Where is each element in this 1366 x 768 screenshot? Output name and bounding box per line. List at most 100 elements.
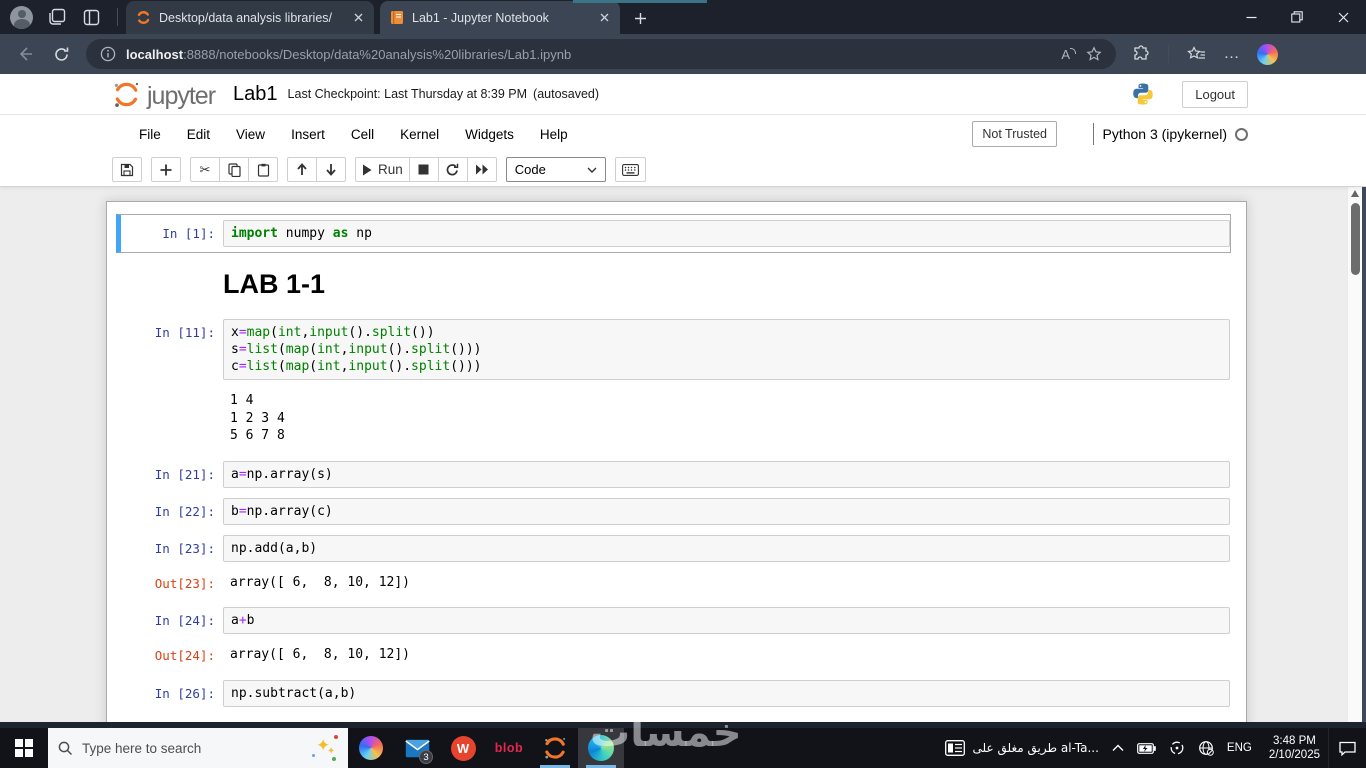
code-cell[interactable]: In [24]: a+b xyxy=(121,602,1230,639)
copilot-icon[interactable] xyxy=(1257,43,1278,65)
extensions-icon[interactable] xyxy=(1130,43,1152,65)
code-input[interactable]: np.add(a,b) xyxy=(223,534,1230,562)
stdout-text: 1 4 1 2 3 4 5 6 7 8 xyxy=(230,393,285,443)
command-palette-button[interactable] xyxy=(614,157,646,182)
input-prompt: In [26]: xyxy=(154,685,215,701)
prompt-spacer xyxy=(121,263,223,310)
run-button[interactable]: Run xyxy=(355,157,410,182)
taskbar-jupyter-icon[interactable] xyxy=(532,728,578,768)
code-cell[interactable]: In [22]: b=np.array(c) xyxy=(121,493,1230,530)
language-indicator[interactable]: ENG xyxy=(1227,742,1252,754)
menu-file[interactable]: File xyxy=(126,121,174,148)
taskbar-edge-icon[interactable] xyxy=(578,728,624,768)
taskbar-news-widget[interactable]: طريق مغلق على al-Ta... xyxy=(944,740,1099,756)
logout-button[interactable]: Logout xyxy=(1182,80,1248,108)
tab-close-icon[interactable] xyxy=(350,10,366,26)
favorites-bar-icon[interactable] xyxy=(1185,43,1207,65)
menu-insert[interactable]: Insert xyxy=(278,121,338,148)
window-right-edge xyxy=(1362,187,1366,722)
onedrive-sync-icon[interactable] xyxy=(1169,740,1185,756)
code-cell[interactable]: In [11]: x=map(int,input().split()) s=list… xyxy=(121,314,1230,385)
paste-cell-button[interactable] xyxy=(248,157,278,182)
divider xyxy=(1092,123,1095,145)
tab-title: Lab1 - Jupyter Notebook xyxy=(412,10,549,25)
menu-edit[interactable]: Edit xyxy=(174,121,223,148)
copy-cell-button[interactable] xyxy=(219,157,249,182)
taskbar-mail-icon[interactable]: 3 xyxy=(394,728,440,768)
battery-icon[interactable] xyxy=(1137,742,1156,754)
code-cell[interactable]: In [21]: a=np.array(s) xyxy=(121,456,1230,493)
output-text: array([ 6, 8, 10, 12]) xyxy=(230,647,411,662)
refresh-icon[interactable] xyxy=(50,43,72,65)
site-info-icon[interactable] xyxy=(100,46,116,62)
save-button[interactable] xyxy=(112,157,142,182)
menu-view[interactable]: View xyxy=(223,121,278,148)
close-button[interactable] xyxy=(1320,0,1366,34)
jupyter-logo[interactable]: jupyter xyxy=(112,80,216,109)
input-prompt: In [11]: xyxy=(154,325,215,340)
code-input[interactable]: a+b xyxy=(223,607,1230,634)
move-cell-up-button[interactable] xyxy=(287,157,317,182)
mail-badge: 3 xyxy=(419,750,433,764)
code-input[interactable]: b=np.array(c) xyxy=(223,497,1230,525)
cell-type-select[interactable]: Code xyxy=(505,157,606,182)
kernel-name: Python 3 (ipykernel) xyxy=(1102,126,1227,142)
new-tab-button[interactable] xyxy=(626,4,654,32)
add-cell-button[interactable] xyxy=(151,157,181,182)
screen: Desktop/data analysis libraries/ Lab1 - … xyxy=(0,0,1366,768)
page-scrollbar[interactable] xyxy=(1347,187,1362,722)
news-icon xyxy=(944,740,965,756)
read-aloud-icon[interactable]: A xyxy=(1061,47,1076,62)
menu-cell[interactable]: Cell xyxy=(338,121,387,148)
tab-folder[interactable]: Desktop/data analysis libraries/ xyxy=(126,1,374,34)
favorite-star-icon[interactable] xyxy=(1086,46,1102,62)
code-cell[interactable]: In [26]: np.subtract(a,b) xyxy=(121,675,1230,712)
profile-avatar[interactable] xyxy=(10,5,33,29)
address-bar[interactable]: localhost:8888/notebooks/Desktop/data%20… xyxy=(86,39,1116,69)
tab-title: Desktop/data analysis libraries/ xyxy=(159,10,332,25)
restart-kernel-button[interactable] xyxy=(437,157,468,182)
menu-kernel[interactable]: Kernel xyxy=(387,121,452,148)
markdown-cell[interactable]: LAB 1-1 xyxy=(121,253,1230,314)
search-highlights-icon[interactable]: ✦ ✦ xyxy=(312,735,338,761)
notebook-title[interactable]: Lab1 xyxy=(233,83,278,106)
autosaved-text: (autosaved) xyxy=(533,87,600,101)
jupyter-page: jupyter Lab1 Last Checkpoint: Last Thurs… xyxy=(0,74,1366,728)
minimize-button[interactable] xyxy=(1228,0,1274,34)
code-input[interactable]: x=map(int,input().split()) s=list(map(int… xyxy=(223,319,1230,380)
start-button[interactable] xyxy=(0,728,48,768)
code-input[interactable]: np.subtract(a,b) xyxy=(223,679,1230,707)
stop-button[interactable] xyxy=(408,157,439,182)
tab-lab1-notebook[interactable]: Lab1 - Jupyter Notebook xyxy=(380,1,620,34)
action-center-icon[interactable] xyxy=(1328,728,1366,768)
menu-widgets[interactable]: Widgets xyxy=(452,121,527,148)
code-input[interactable]: a=np.array(s) xyxy=(223,460,1230,488)
cell-type-value: Code xyxy=(514,162,546,177)
hidden-icons-chevron-icon[interactable] xyxy=(1112,744,1124,752)
restore-button[interactable] xyxy=(1274,0,1320,34)
not-trusted-badge[interactable]: Not Trusted xyxy=(972,121,1057,147)
restart-run-all-button[interactable] xyxy=(466,157,497,182)
tab-close-icon[interactable] xyxy=(596,10,612,26)
taskbar-clock[interactable]: 3:48 PM 2/10/2025 xyxy=(1265,734,1324,762)
code-input[interactable]: import numpy as np xyxy=(223,220,1230,247)
taskbar-search-input[interactable]: Type here to search ✦ ✦ xyxy=(48,728,348,768)
jupyter-favicon xyxy=(137,11,150,24)
move-cell-down-button[interactable] xyxy=(316,157,346,182)
scrollbar-up-icon[interactable] xyxy=(1351,190,1359,197)
scrollbar-thumb[interactable] xyxy=(1351,203,1360,275)
settings-menu-icon[interactable]: … xyxy=(1221,43,1243,65)
workspaces-icon[interactable] xyxy=(47,7,67,27)
code-cell[interactable]: In [1]: import numpy as np xyxy=(116,214,1231,253)
taskbar-blob-icon[interactable]: blob xyxy=(486,728,532,768)
code-cell[interactable]: In [23]: np.add(a,b) xyxy=(121,530,1230,567)
search-placeholder: Type here to search xyxy=(82,740,202,756)
taskbar-copilot-icon[interactable] xyxy=(348,728,394,768)
network-globe-icon[interactable] xyxy=(1198,740,1214,756)
menu-help[interactable]: Help xyxy=(527,121,581,148)
windows-logo-icon xyxy=(15,739,33,757)
cut-cell-button[interactable]: ✂ xyxy=(190,157,220,182)
taskbar-wps-icon[interactable]: W xyxy=(440,728,486,768)
back-icon[interactable] xyxy=(14,43,36,65)
vertical-tabs-icon[interactable] xyxy=(81,7,101,27)
